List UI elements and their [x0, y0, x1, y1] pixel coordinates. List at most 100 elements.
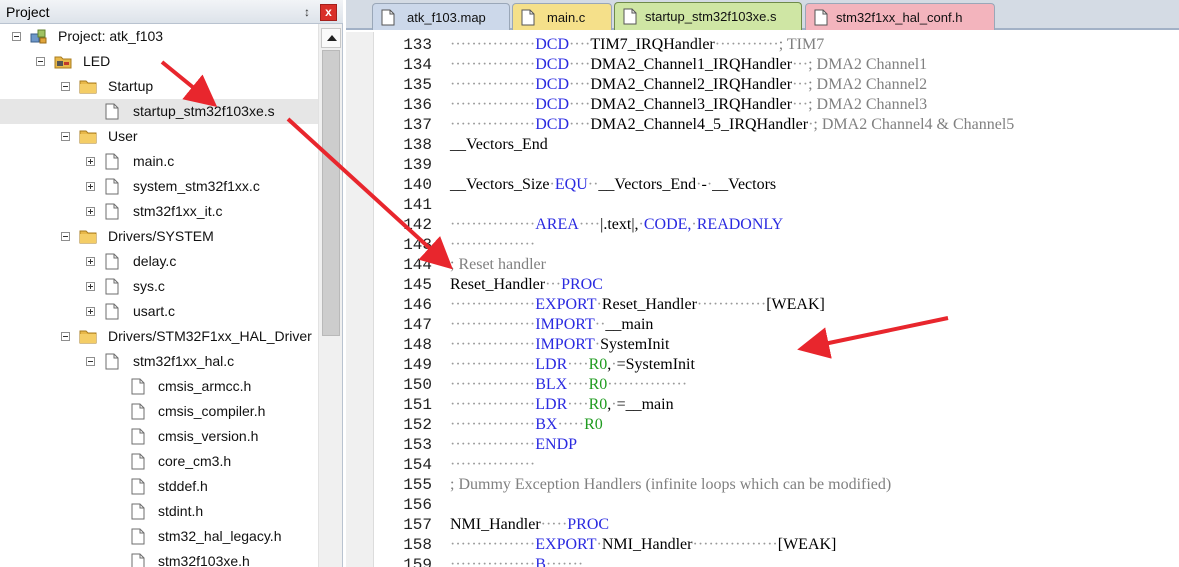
- folder-icon: [79, 228, 97, 245]
- code-line[interactable]: ················DCD····DMA2_Channel3_IRQ…: [450, 95, 927, 115]
- code-line[interactable]: ················BLX····R0···············: [450, 375, 687, 395]
- code-line[interactable]: ; Dummy Exception Handlers (infinite loo…: [450, 475, 891, 495]
- folder-icon: [79, 128, 97, 145]
- collapse-icon[interactable]: [61, 332, 70, 341]
- tree-item[interactable]: cmsis_armcc.h: [0, 374, 318, 399]
- tree-item[interactable]: usart.c: [0, 299, 318, 324]
- code-line[interactable]: ; Reset handler: [450, 255, 546, 275]
- keyword-token: EQU: [554, 176, 588, 193]
- tree-item[interactable]: core_cm3.h: [0, 449, 318, 474]
- tree-item[interactable]: stm32f103xe.h: [0, 549, 318, 567]
- project-panel: Project ↕ x Project: atk_f103 LED Startup s…: [0, 0, 343, 567]
- tree-item[interactable]: stddef.h: [0, 474, 318, 499]
- tree-item[interactable]: Project: atk_f103: [0, 24, 318, 49]
- tree-item[interactable]: delay.c: [0, 249, 318, 274]
- code-line[interactable]: ················IMPORT··__main: [450, 315, 653, 335]
- expand-icon[interactable]: [86, 182, 95, 191]
- file-icon: [129, 553, 147, 567]
- tree-item[interactable]: stm32f1xx_it.c: [0, 199, 318, 224]
- code-line[interactable]: ················ENDP: [450, 435, 577, 455]
- tree-item[interactable]: Startup: [0, 74, 318, 99]
- editor-tab[interactable]: startup_stm32f103xe.s: [614, 2, 802, 30]
- expand-icon[interactable]: [86, 282, 95, 291]
- tree-item[interactable]: startup_stm32f103xe.s: [0, 99, 318, 124]
- expand-icon[interactable]: [86, 207, 95, 216]
- scroll-up-button[interactable]: [321, 28, 341, 48]
- tree-item[interactable]: sys.c: [0, 274, 318, 299]
- code-lines[interactable]: 133 ················DCD····TIM7_IRQHandle…: [374, 32, 1179, 567]
- line-number: 137: [403, 116, 432, 134]
- code-token: =SystemInit: [616, 356, 695, 373]
- code-line[interactable]: ················EXPORT·NMI_Handler······…: [450, 535, 836, 555]
- vertical-scrollbar[interactable]: [318, 24, 342, 567]
- code-line[interactable]: ················DCD····TIM7_IRQHandler··…: [450, 35, 824, 55]
- code-line[interactable]: NMI_Handler·····PROC: [450, 515, 609, 535]
- tree-item[interactable]: main.c: [0, 149, 318, 174]
- editor-tab[interactable]: stm32f1xx_hal_conf.h: [805, 3, 995, 30]
- line-number: 133: [403, 36, 432, 54]
- collapse-icon[interactable]: [61, 82, 70, 91]
- collapse-icon[interactable]: [61, 232, 70, 241]
- code-line[interactable]: ················: [450, 235, 535, 255]
- whitespace-dots: ·····: [557, 416, 585, 433]
- tree-item[interactable]: system_stm32f1xx.c: [0, 174, 318, 199]
- line-number: 141: [403, 196, 432, 214]
- code-line[interactable]: ················BX·····R0: [450, 415, 603, 435]
- editor-tab[interactable]: main.c: [512, 3, 612, 30]
- line-number: 140: [403, 176, 432, 194]
- file-icon: [521, 9, 535, 26]
- keyword-token: CODE,: [643, 216, 692, 233]
- editor-gutter: [346, 32, 374, 567]
- expand-icon[interactable]: [86, 307, 95, 316]
- whitespace-dots: ···: [792, 76, 809, 93]
- expand-icon[interactable]: [86, 257, 95, 266]
- code-line[interactable]: ················DCD····DMA2_Channel2_IRQ…: [450, 75, 927, 95]
- tree-item[interactable]: stdint.h: [0, 499, 318, 524]
- line-number: 156: [403, 496, 432, 514]
- comment-token: ; DMA2 Channel4 & Channel5: [813, 116, 1015, 133]
- file-icon: [103, 103, 121, 120]
- whitespace-dots: ··: [587, 176, 599, 193]
- code-line[interactable]: ················LDR····R0,·=__main: [450, 395, 674, 415]
- tree-item[interactable]: Drivers/STM32F1xx_HAL_Driver: [0, 324, 318, 349]
- whitespace-dots: ················: [450, 316, 536, 333]
- code-line[interactable]: ················DCD····DMA2_Channel4_5_I…: [450, 115, 1014, 135]
- code-line[interactable]: ················B·······: [450, 555, 583, 567]
- pin-icon[interactable]: ↕: [300, 4, 314, 20]
- collapse-icon[interactable]: [12, 32, 21, 41]
- tree-item-label: stm32f103xe.h: [158, 553, 250, 567]
- scroll-thumb[interactable]: [322, 50, 340, 336]
- collapse-icon[interactable]: [86, 357, 95, 366]
- code-line[interactable]: ················EXPORT·Reset_Handler····…: [450, 295, 825, 315]
- code-line[interactable]: __Vectors_End: [450, 135, 548, 155]
- code-line[interactable]: ················IMPORT·SystemInit: [450, 335, 669, 355]
- tree-item[interactable]: LED: [0, 49, 318, 74]
- tree-item[interactable]: User: [0, 124, 318, 149]
- line-number: 143: [403, 236, 432, 254]
- code-line[interactable]: __Vectors_Size·EQU··__Vectors_End·-·__Ve…: [450, 175, 776, 195]
- code-line[interactable]: ················AREA····|.text|,·CODE,·R…: [450, 215, 783, 235]
- code-token: Reset_Handler: [601, 296, 697, 313]
- code-token: __Vectors_End: [598, 176, 697, 193]
- code-token: SystemInit: [600, 336, 670, 353]
- tree-item[interactable]: Drivers/SYSTEM: [0, 224, 318, 249]
- tree-item[interactable]: cmsis_compiler.h: [0, 399, 318, 424]
- comment-token: ; TIM7: [778, 36, 825, 53]
- code-line[interactable]: ················: [450, 455, 535, 475]
- expand-icon[interactable]: [86, 157, 95, 166]
- collapse-icon[interactable]: [36, 57, 45, 66]
- close-icon[interactable]: x: [320, 4, 337, 21]
- tree-item[interactable]: cmsis_version.h: [0, 424, 318, 449]
- code-line[interactable]: ················DCD····DMA2_Channel1_IRQ…: [450, 55, 927, 75]
- code-line[interactable]: ················LDR····R0,·=SystemInit: [450, 355, 695, 375]
- keyword-token: AREA: [535, 216, 579, 233]
- tree-item[interactable]: stm32_hal_legacy.h: [0, 524, 318, 549]
- editor-tab[interactable]: atk_f103.map: [372, 3, 510, 30]
- collapse-icon[interactable]: [61, 132, 70, 141]
- folder-icon: [79, 78, 97, 95]
- code-view[interactable]: 133 ················DCD····TIM7_IRQHandle…: [346, 32, 1179, 567]
- tree-item[interactable]: stm32f1xx_hal.c: [0, 349, 318, 374]
- file-icon: [129, 403, 147, 420]
- code-token: Reset_Handler: [450, 276, 546, 293]
- code-line[interactable]: Reset_Handler···PROC: [450, 275, 603, 295]
